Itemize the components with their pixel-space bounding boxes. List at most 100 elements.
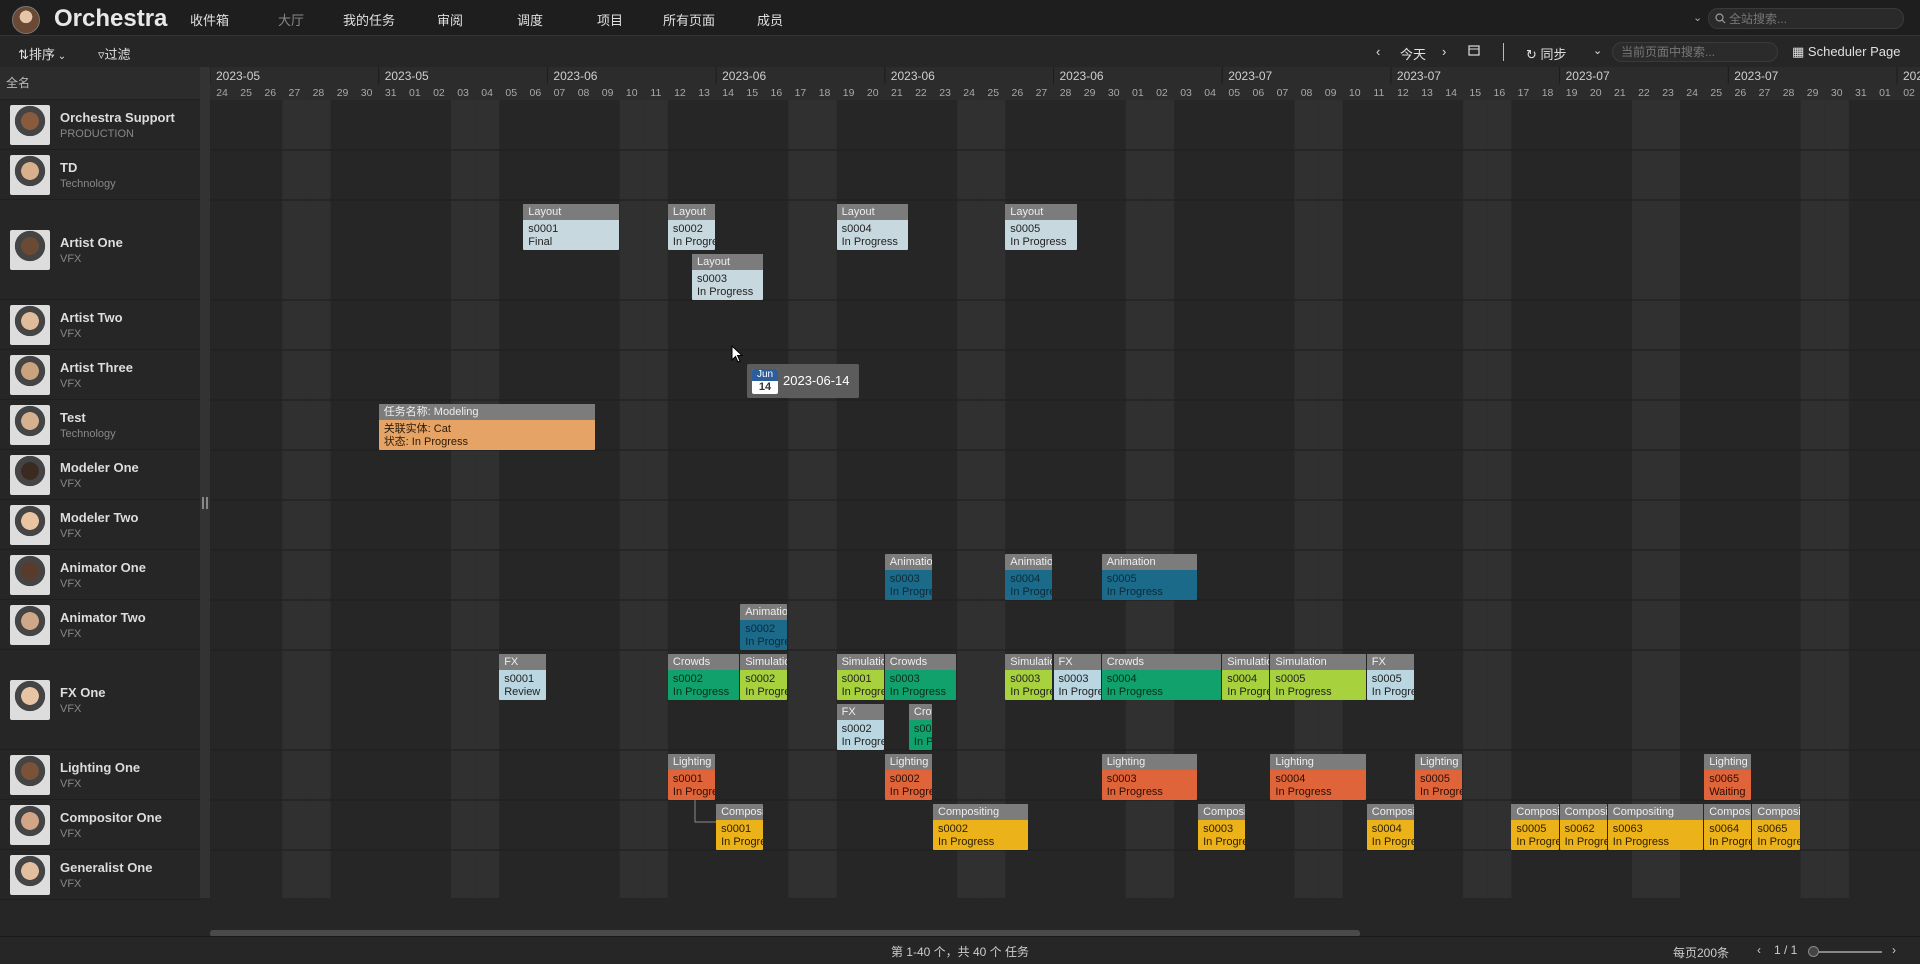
calendar-icon[interactable] xyxy=(1468,44,1480,59)
next-page-button[interactable]: › xyxy=(1892,943,1896,957)
task-status: In Progress xyxy=(913,736,932,748)
resource-row[interactable]: TD Technology xyxy=(0,150,200,200)
nav-my-tasks[interactable]: 我的任务 xyxy=(343,10,395,29)
avatar xyxy=(10,455,50,495)
resource-row[interactable]: Modeler One VFX xyxy=(0,450,200,500)
avatar xyxy=(10,555,50,595)
task-bar[interactable]: Animations0003In Progress xyxy=(884,554,932,600)
resource-row[interactable]: FX One VFX xyxy=(0,650,200,750)
task-bar[interactable]: Layout s0004 In Progress xyxy=(836,204,908,250)
sort-button[interactable]: ⇅排序 ⌄ xyxy=(18,44,66,63)
resource-row[interactable]: Lighting One VFX xyxy=(0,750,200,800)
task-bar[interactable]: Layout s0005 In Progress xyxy=(1005,204,1077,250)
task-bar[interactable]: Crowds s0002 In Progress xyxy=(667,654,740,700)
user-avatar[interactable] xyxy=(12,6,40,34)
task-bar[interactable]: Lighting s0003 In Progress xyxy=(1101,754,1198,800)
task-details: s0004In Progress xyxy=(837,220,908,249)
task-bar[interactable]: Simulations0001In Progress xyxy=(836,654,884,700)
task-bar[interactable]: FXs0002In Progress xyxy=(836,704,884,750)
task-bar[interactable]: Crowds s0003 In Progress xyxy=(884,654,957,700)
task-bar[interactable]: Lighting s0004 In Progress xyxy=(1270,754,1366,800)
day-label: 22 xyxy=(915,87,927,99)
task-bar[interactable]: Compositings0003In Progress xyxy=(1198,804,1246,850)
page-size-select[interactable]: 每页200条 xyxy=(1673,944,1729,961)
page-search[interactable] xyxy=(1612,42,1778,62)
resource-row[interactable]: Generalist One VFX xyxy=(0,850,200,900)
prev-period-button[interactable]: ‹ xyxy=(1376,44,1380,59)
sync-button[interactable]: ↻ 同步 xyxy=(1526,44,1567,63)
task-status: In Progress xyxy=(1010,586,1052,598)
task-bar[interactable]: Compositings0001In Progress xyxy=(716,804,764,850)
resource-row[interactable]: Compositor One VFX xyxy=(0,800,200,850)
panel-splitter[interactable] xyxy=(200,67,210,898)
resource-row[interactable]: Orchestra Support PRODUCTION xyxy=(0,100,200,150)
task-title: Animation xyxy=(884,554,932,570)
task-title: Crowds xyxy=(667,654,740,670)
nav-inbox[interactable]: 收件箱 xyxy=(190,10,229,29)
task-bar[interactable]: Animations0002In Progress xyxy=(740,604,788,650)
task-bar[interactable]: Animation s0005 In Progress xyxy=(1101,554,1198,600)
day-label: 27 xyxy=(1036,87,1048,99)
task-bar[interactable]: Compositings0065In Progress xyxy=(1752,804,1800,850)
nav-review[interactable]: 审阅 xyxy=(437,10,463,29)
next-period-button[interactable]: › xyxy=(1442,44,1446,59)
task-bar[interactable]: Compositing s0002 In Progress xyxy=(933,804,1029,850)
page-search-input[interactable] xyxy=(1621,44,1771,60)
task-bar[interactable]: Compositings0064In Progress xyxy=(1704,804,1752,850)
task-bar[interactable]: Lightings0002In Progress xyxy=(884,754,932,800)
task-bar[interactable]: Compositing s0063 In Progress xyxy=(1607,804,1704,850)
resource-row[interactable]: Animator Two VFX xyxy=(0,600,200,650)
chevron-down-icon: ⌄ xyxy=(54,51,67,62)
task-bar[interactable]: Compositings0062In Progress xyxy=(1559,804,1607,850)
nav-lobby[interactable]: 大厅 xyxy=(278,10,304,29)
task-bar[interactable]: Lightings0001In Progress xyxy=(667,754,716,800)
scheduler-timeline[interactable]: 2023-05 2023-05 2023-06 2023-06 2023-06 2023-… xyxy=(210,67,1920,898)
task-details: s0001In Progress xyxy=(716,820,763,849)
resource-row[interactable]: Test Technology xyxy=(0,400,200,450)
resource-row[interactable]: Artist Two VFX xyxy=(0,300,200,350)
nav-projects[interactable]: 项目 xyxy=(597,10,623,29)
task-bar[interactable]: Compositings0005In Progress xyxy=(1511,804,1559,850)
task-bar[interactable]: Simulations0002In Progress xyxy=(740,654,788,700)
resource-row[interactable]: Modeler Two VFX xyxy=(0,500,200,550)
resource-row[interactable]: Artist One VFX xyxy=(0,200,200,300)
splitter-grip-icon[interactable] xyxy=(202,497,208,509)
task-bar[interactable]: Compositings0004In Progress xyxy=(1366,804,1414,850)
task-bar[interactable]: Animations0004In Progress xyxy=(1005,554,1053,600)
task-title: Layout xyxy=(1005,204,1077,220)
task-bar[interactable]: 任务名称: Modeling 关联实体: Cat 状态: In Progress xyxy=(378,404,595,450)
filter-button[interactable]: ▿过滤 xyxy=(98,44,131,63)
nav-schedule[interactable]: 调度 xyxy=(517,10,543,29)
global-search[interactable]: ⌄ xyxy=(1693,8,1904,29)
chevron-down-icon[interactable]: ⌄ xyxy=(1693,11,1702,24)
task-bar[interactable]: Layout s0001 Final xyxy=(523,204,619,250)
nav-members[interactable]: 成员 xyxy=(757,10,783,29)
prev-page-button[interactable]: ‹ xyxy=(1757,943,1761,957)
column-header-fullname[interactable]: 全名 xyxy=(0,67,200,100)
task-bar[interactable]: Simulations0004In Progress xyxy=(1222,654,1270,700)
task-bar[interactable]: Simulation s0005 In Progress xyxy=(1270,654,1366,700)
resource-row[interactable]: Animator One VFX xyxy=(0,550,200,600)
task-bar[interactable]: Crowdss0001In Progress xyxy=(908,704,932,750)
resource-row[interactable]: Artist Three VFX xyxy=(0,350,200,400)
today-button[interactable]: 今天 xyxy=(1400,44,1426,63)
app-title[interactable]: Orchestra xyxy=(54,5,167,33)
task-bar[interactable]: Crowds s0004 In Progress xyxy=(1101,654,1222,700)
nav-all-pages[interactable]: 所有页面 xyxy=(663,10,715,29)
global-search-input[interactable] xyxy=(1729,10,1899,27)
scheduler-page-button[interactable]: ▦ Scheduler Page xyxy=(1792,44,1900,60)
task-bar[interactable]: Lighting s0065 Waiting xyxy=(1704,754,1752,800)
chevron-down-icon[interactable]: ⌄ xyxy=(1593,44,1602,57)
task-title: FX xyxy=(1053,654,1101,670)
zoom-slider-handle[interactable] xyxy=(1808,946,1819,957)
task-bar[interactable]: Lightings0005In Progress xyxy=(1415,754,1463,800)
task-bar[interactable]: FX s0001 Review xyxy=(499,654,547,700)
day-label: 11 xyxy=(650,87,661,99)
task-status: In Progress xyxy=(1612,836,1670,848)
task-bar[interactable]: FXs0003In Progress xyxy=(1053,654,1101,700)
zoom-slider-track[interactable] xyxy=(1812,951,1882,953)
task-bar[interactable]: Layout s0003 In Progress xyxy=(692,254,764,300)
task-bar[interactable]: FXs0005In Progress xyxy=(1366,654,1414,700)
task-bar[interactable]: Simulations0003In Progress xyxy=(1005,654,1053,700)
task-bar[interactable]: Layouts0002In Progress xyxy=(667,204,716,250)
